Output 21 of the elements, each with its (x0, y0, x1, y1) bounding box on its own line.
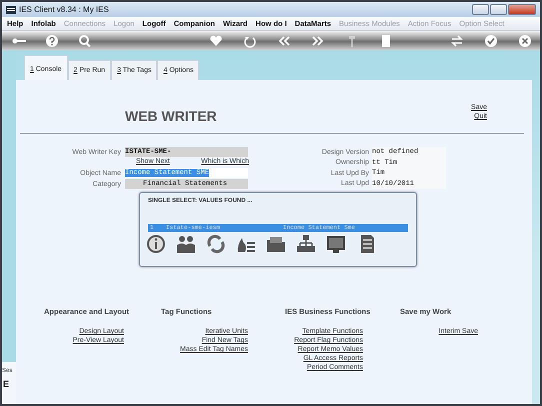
window-title: IES Client v8.34 : My IES (19, 5, 109, 14)
page-title: WEB WRITER (125, 108, 217, 124)
double-left-arrow-icon[interactable] (277, 34, 291, 48)
people-icon[interactable] (176, 234, 196, 254)
check-icon[interactable] (484, 34, 498, 48)
heart-icon[interactable] (209, 34, 223, 48)
side-letter: E (2, 379, 10, 389)
help-icon[interactable] (45, 34, 59, 48)
close-icon[interactable] (518, 34, 532, 48)
search-icon[interactable] (78, 34, 92, 48)
folder-icon[interactable] (266, 234, 286, 254)
app-icon (6, 6, 16, 14)
info-icon[interactable] (146, 234, 166, 254)
double-right-arrow-icon[interactable] (311, 34, 325, 48)
refresh-icon[interactable] (206, 234, 226, 254)
maximize-button[interactable] (490, 4, 507, 15)
swap-arrows-icon[interactable] (450, 34, 464, 48)
page-icon[interactable] (379, 34, 393, 48)
hierarchy-icon[interactable] (296, 234, 316, 254)
monitor-icon[interactable] (326, 234, 346, 254)
minimize-button[interactable] (472, 4, 489, 15)
